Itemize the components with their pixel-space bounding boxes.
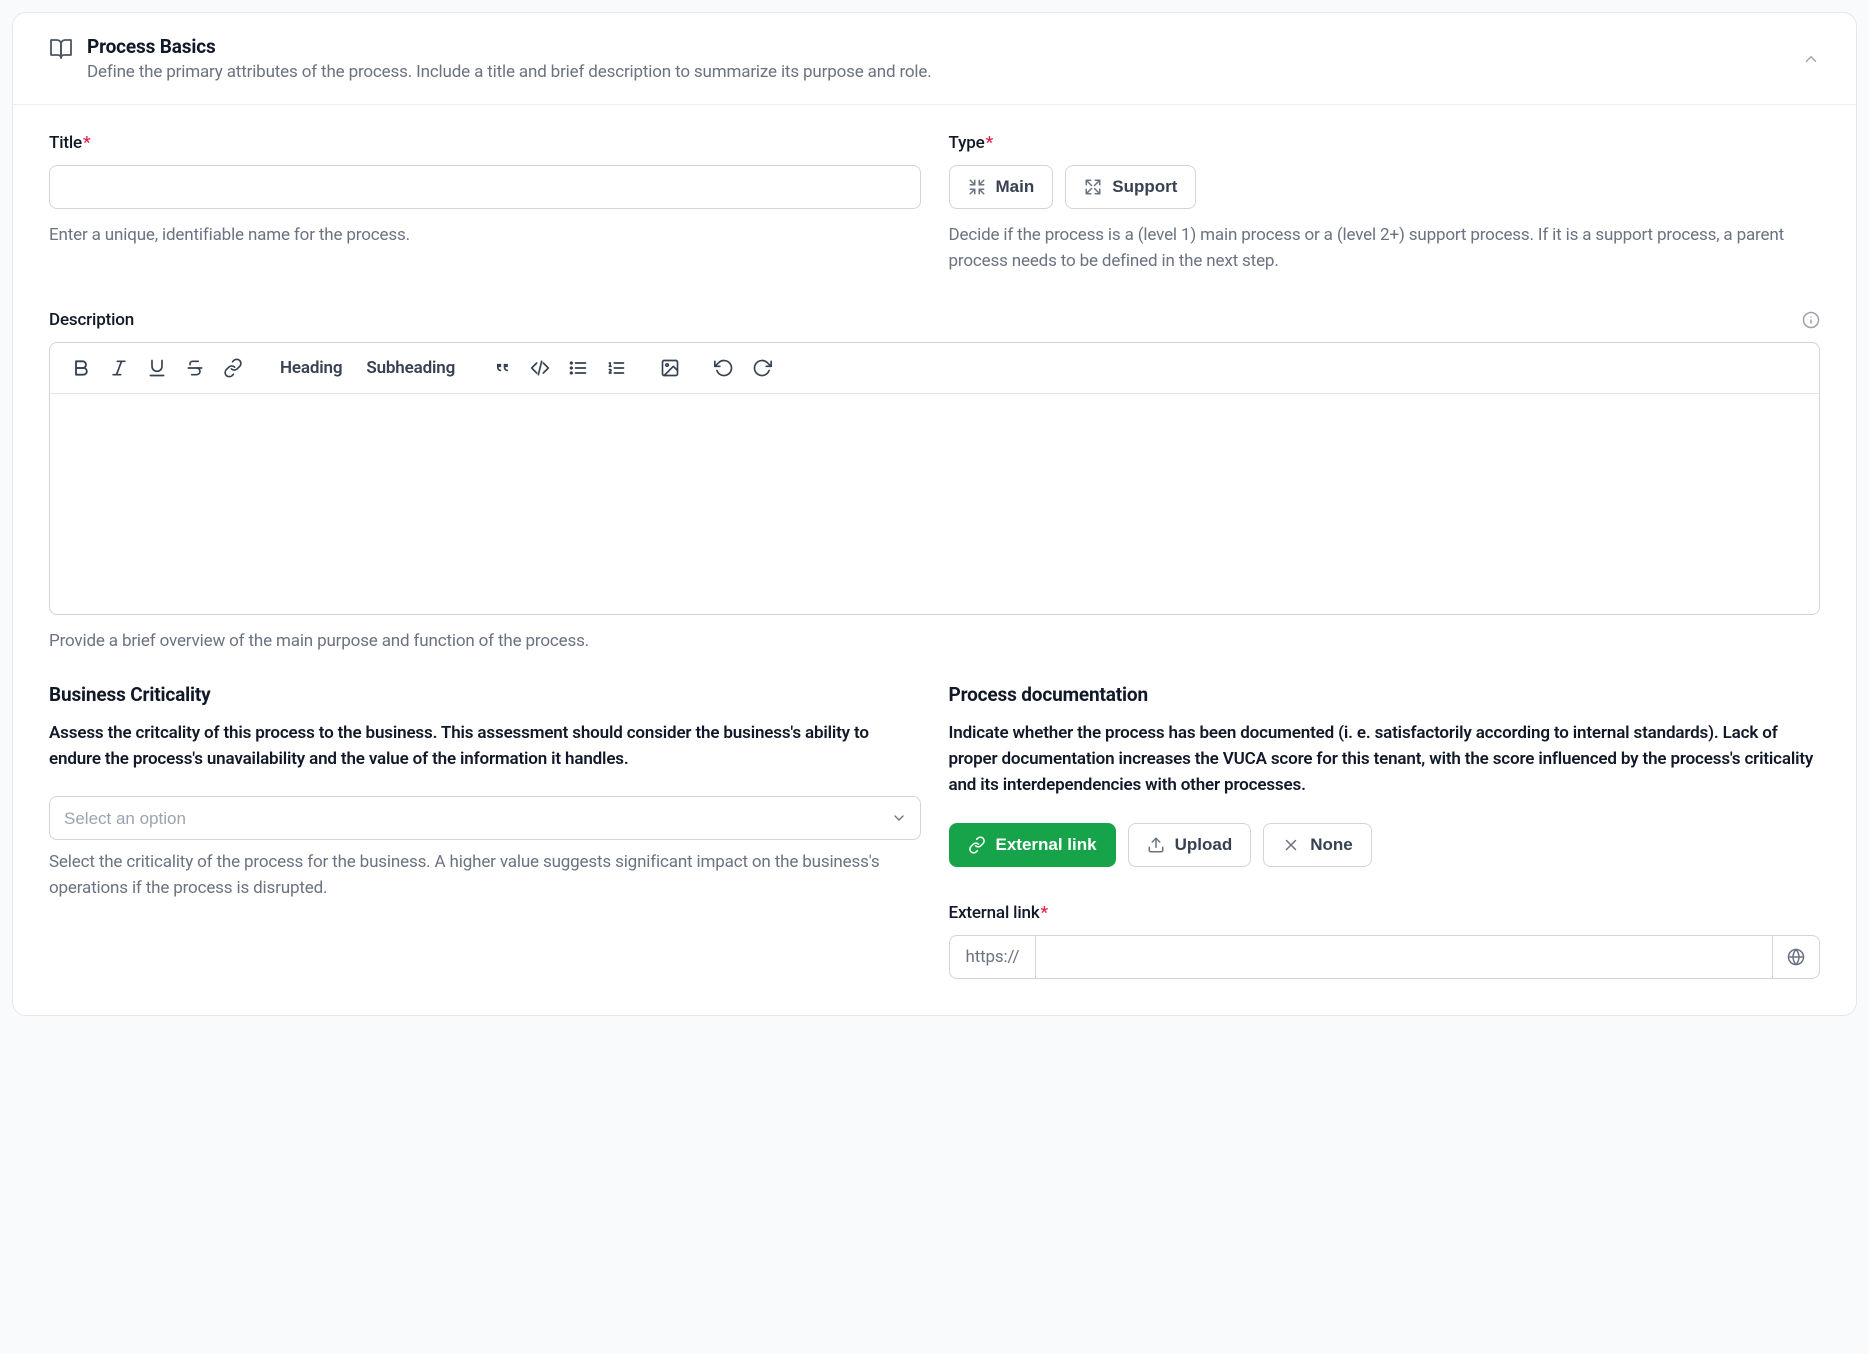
undo-button[interactable] [709,353,739,383]
blockquote-button[interactable] [487,353,517,383]
url-prefix: https:// [949,935,1036,979]
criticality-select[interactable]: Select an option [49,796,921,840]
expand-arrows-icon [1084,178,1102,196]
editor-toolbar: Heading Subheading [50,343,1819,394]
bullet-list-button[interactable] [563,353,593,383]
doc-option-none-label: None [1310,835,1353,855]
type-label: Type [949,133,985,153]
external-link-input-group: https:// [949,935,1821,979]
description-textarea[interactable] [50,394,1819,614]
bold-button[interactable] [66,353,96,383]
doc-option-external-label: External link [996,835,1097,855]
description-field-group: Description Heading Subheading [49,310,1820,655]
open-link-button[interactable] [1772,935,1820,979]
panel-title: Process Basics [87,35,1802,58]
title-label: Title [49,133,82,153]
doc-option-none[interactable]: None [1263,823,1372,867]
subheading-button[interactable]: Subheading [358,353,463,383]
required-asterisk: * [1041,903,1048,923]
x-icon [1282,836,1300,854]
description-label: Description [49,310,134,330]
documentation-desc: Indicate whether the process has been do… [949,720,1821,799]
image-button[interactable] [655,353,685,383]
title-input[interactable] [49,165,921,209]
criticality-title: Business Criticality [49,683,921,706]
italic-button[interactable] [104,353,134,383]
title-help: Enter a unique, identifiable name for th… [49,223,921,249]
chevron-up-icon[interactable] [1802,50,1820,68]
strikethrough-button[interactable] [180,353,210,383]
link-icon [968,836,986,854]
type-option-main-label: Main [996,177,1035,197]
panel-subtitle: Define the primary attributes of the pro… [87,62,1802,82]
type-field-group: Type* Main Support Decide if the process… [949,133,1821,274]
numbered-list-button[interactable] [601,353,631,383]
external-link-input[interactable] [1035,935,1772,979]
rich-text-editor: Heading Subheading [49,342,1820,615]
globe-icon [1787,948,1805,966]
doc-option-upload[interactable]: Upload [1128,823,1252,867]
underline-button[interactable] [142,353,172,383]
business-criticality-section: Business Criticality Assess the critcali… [49,683,921,979]
required-asterisk: * [83,133,90,153]
book-open-icon [49,37,73,61]
code-button[interactable] [525,353,555,383]
doc-option-external[interactable]: External link [949,823,1116,867]
process-documentation-section: Process documentation Indicate whether t… [949,683,1821,979]
heading-button[interactable]: Heading [272,353,350,383]
required-asterisk: * [986,133,993,153]
info-icon[interactable] [1802,311,1820,329]
criticality-help: Select the criticality of the process fo… [49,850,921,901]
doc-option-upload-label: Upload [1175,835,1233,855]
type-option-support[interactable]: Support [1065,165,1196,209]
title-field-group: Title* Enter a unique, identifiable name… [49,133,921,274]
upload-icon [1147,836,1165,854]
description-help: Provide a brief overview of the main pur… [49,629,1820,655]
type-option-support-label: Support [1112,177,1177,197]
external-link-label: External link [949,903,1040,923]
type-help: Decide if the process is a (level 1) mai… [949,223,1821,274]
type-option-main[interactable]: Main [949,165,1054,209]
redo-button[interactable] [747,353,777,383]
collapse-arrows-icon [968,178,986,196]
process-basics-panel: Process Basics Define the primary attrib… [12,12,1857,1016]
criticality-desc: Assess the critcality of this process to… [49,720,921,773]
panel-header[interactable]: Process Basics Define the primary attrib… [13,13,1856,105]
documentation-title: Process documentation [949,683,1821,706]
link-button[interactable] [218,353,248,383]
